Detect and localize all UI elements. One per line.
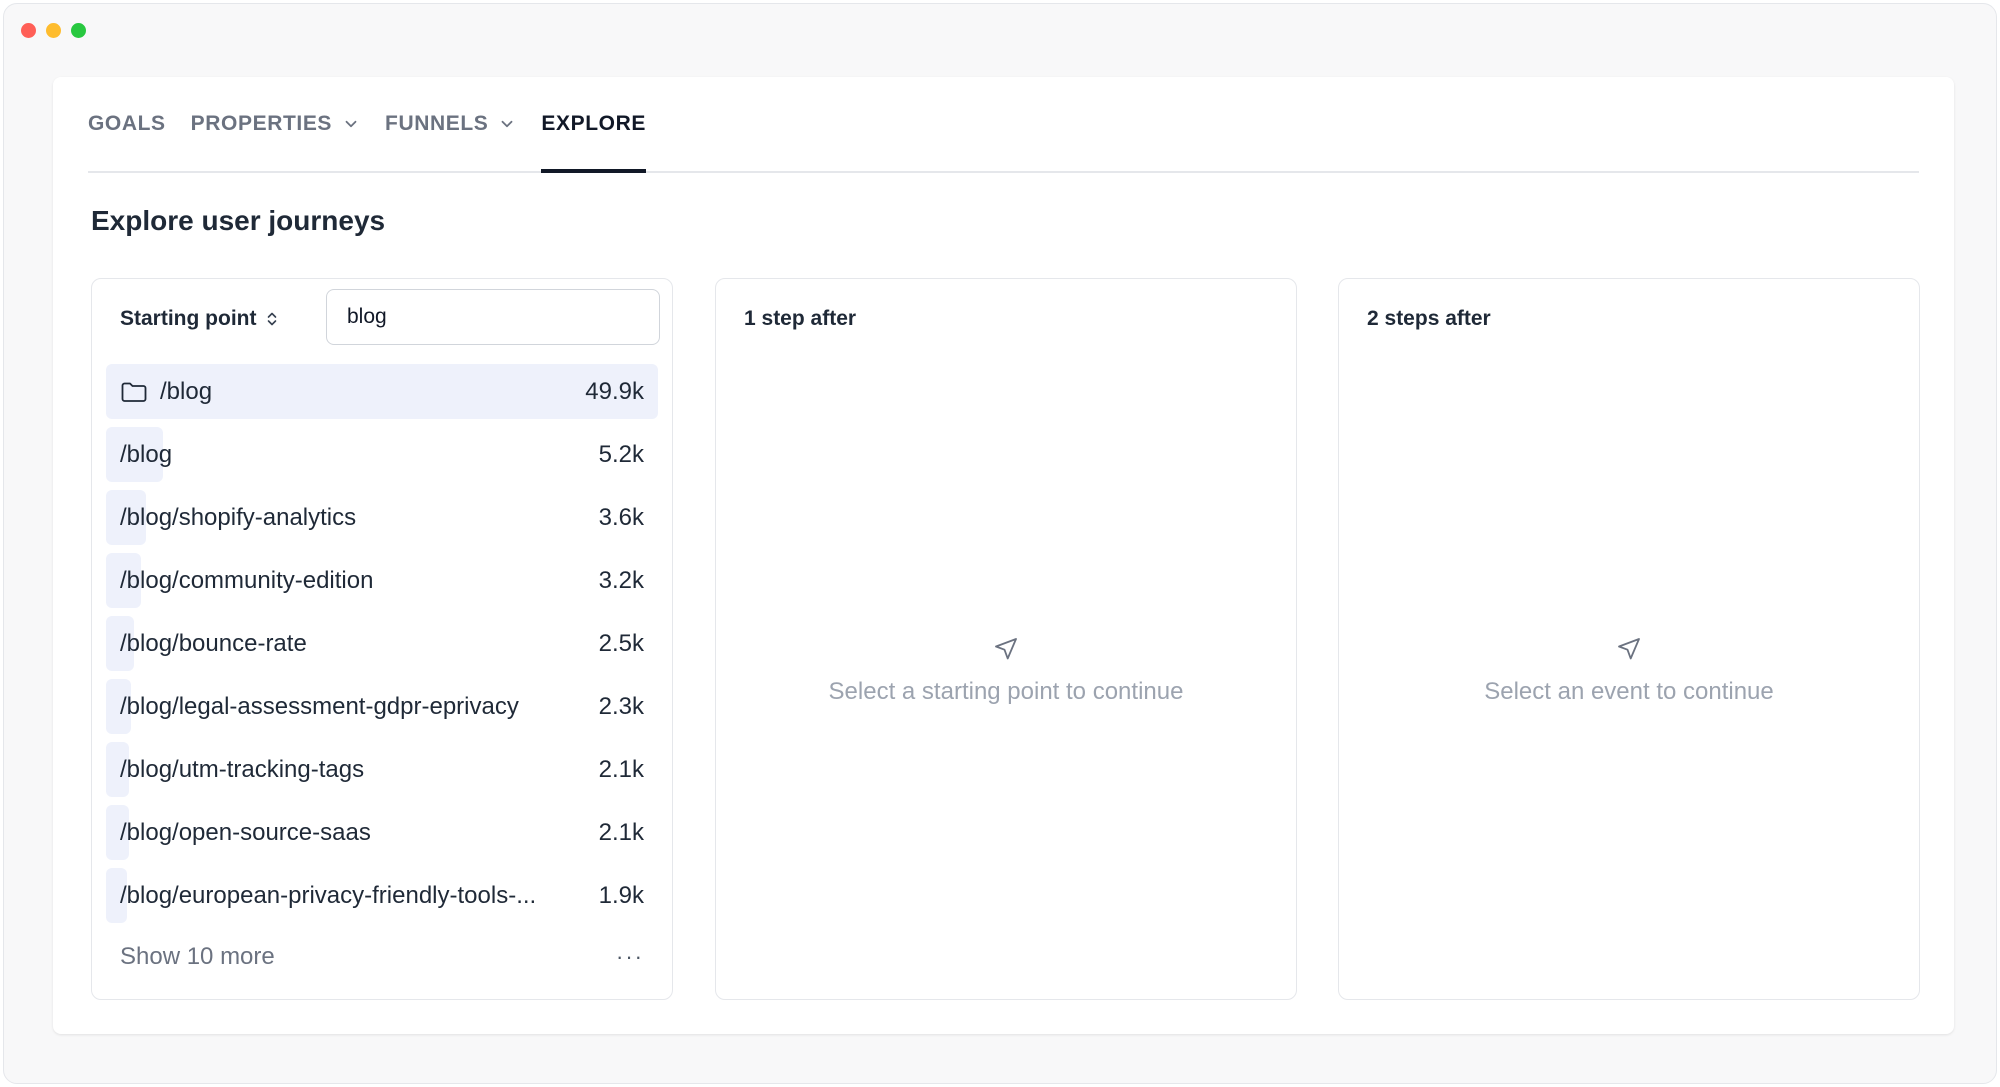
chevron-down-icon — [502, 120, 513, 128]
starting-point-sort-toggle[interactable]: Starting point — [120, 307, 280, 331]
folder-icon — [120, 380, 148, 404]
starting-point-panel: Starting point /blog 49.9k /blog5.2 — [91, 278, 673, 1000]
list-item-count: 5.2k — [598, 440, 644, 468]
list-item[interactable]: /blog 5.2k — [106, 427, 658, 482]
tab-goals[interactable]: GOALS — [88, 75, 166, 171]
show-more-button[interactable]: Show 10 more — [120, 943, 275, 971]
panel-title: 1 step after — [744, 307, 857, 330]
panel-title: 2 steps after — [1367, 307, 1491, 330]
empty-state-text: Select an event to continue — [1484, 678, 1774, 705]
list-item-label: /blog/legal-assessment-gdpr-eprivacy — [120, 692, 519, 720]
list-item-label: /blog/open-source-saas — [120, 818, 371, 846]
list-item-count: 49.9k — [585, 377, 644, 405]
step-two-panel: 2 steps after Select an event to continu… — [1338, 278, 1920, 1000]
title-bar — [4, 4, 1996, 56]
list-item-count: 2.5k — [598, 629, 644, 657]
more-options-icon[interactable]: ··· — [616, 944, 644, 970]
panel-header: 1 step after — [716, 279, 1296, 359]
cursor-pointer-icon — [995, 638, 1017, 660]
tab-properties[interactable]: PROPERTIES — [191, 75, 360, 171]
tab-bar: GOALS PROPERTIES FUNNELS EXPLORE — [88, 77, 1919, 173]
tab-label: PROPERTIES — [190, 112, 333, 135]
cursor-pointer-icon — [1618, 638, 1640, 660]
empty-state: Select an event to continue — [1339, 634, 1919, 706]
list-item-label: /blog — [120, 440, 173, 468]
list-item-selected[interactable]: /blog 49.9k — [106, 364, 658, 419]
list-item[interactable]: /blog/shopify-analytics 3.6k — [106, 490, 658, 545]
list-item-label: /blog/bounce-rate — [120, 629, 307, 657]
panel-header: 2 steps after — [1339, 279, 1919, 359]
tab-funnels[interactable]: FUNNELS — [385, 75, 516, 171]
list-item[interactable]: /blog/community-edition 3.2k — [106, 553, 658, 608]
list-item[interactable]: /blog/bounce-rate 2.5k — [106, 616, 658, 671]
list-item[interactable]: /blog/open-source-saas 2.1k — [106, 805, 658, 860]
list-item-count: 3.6k — [598, 503, 644, 531]
list-item-count: 2.1k — [598, 755, 644, 783]
panel-title: Starting point — [120, 307, 257, 330]
list-footer: Show 10 more ··· — [120, 937, 644, 977]
tab-label: GOALS — [88, 112, 166, 135]
app-window: GOALS PROPERTIES FUNNELS EXPLORE Explore… — [3, 3, 1997, 1084]
sort-chevrons-icon — [268, 312, 277, 326]
close-window-button[interactable] — [21, 22, 36, 38]
starting-point-list: /blog 49.9k /blog 5.2k/blog/shopify-analy… — [106, 364, 658, 931]
main-card: GOALS PROPERTIES FUNNELS EXPLORE Explore… — [53, 77, 1954, 1034]
step-one-panel: 1 step after Select a starting point to … — [715, 278, 1297, 1000]
tab-label: EXPLORE — [541, 112, 646, 135]
empty-state-text: Select a starting point to continue — [828, 678, 1184, 705]
empty-state: Select a starting point to continue — [716, 634, 1296, 706]
starting-point-search-input[interactable] — [326, 289, 660, 345]
list-item-label: /blog/utm-tracking-tags — [120, 755, 365, 783]
list-item-label: /blog/shopify-analytics — [120, 503, 357, 531]
list-item-count: 2.3k — [598, 692, 644, 720]
list-item[interactable]: /blog/utm-tracking-tags 2.1k — [106, 742, 658, 797]
list-item-label: /blog/community-edition — [120, 566, 374, 594]
list-item-count: 1.9k — [598, 881, 644, 909]
tab-label: FUNNELS — [385, 112, 489, 135]
list-item-label: /blog — [160, 377, 213, 405]
maximize-window-button[interactable] — [71, 22, 86, 38]
list-item[interactable]: /blog/european-privacy-friendly-tools-..… — [106, 868, 658, 923]
list-item-count: 3.2k — [598, 566, 644, 594]
list-item-count: 2.1k — [598, 818, 644, 846]
list-item-label: /blog/european-privacy-friendly-tools-..… — [120, 881, 537, 909]
page-title: Explore user journeys — [91, 205, 386, 236]
tab-explore[interactable]: EXPLORE — [541, 75, 646, 173]
list-item[interactable]: /blog/legal-assessment-gdpr-eprivacy 2.3k — [106, 679, 658, 734]
chevron-down-icon — [345, 120, 357, 128]
minimize-window-button[interactable] — [46, 22, 61, 38]
